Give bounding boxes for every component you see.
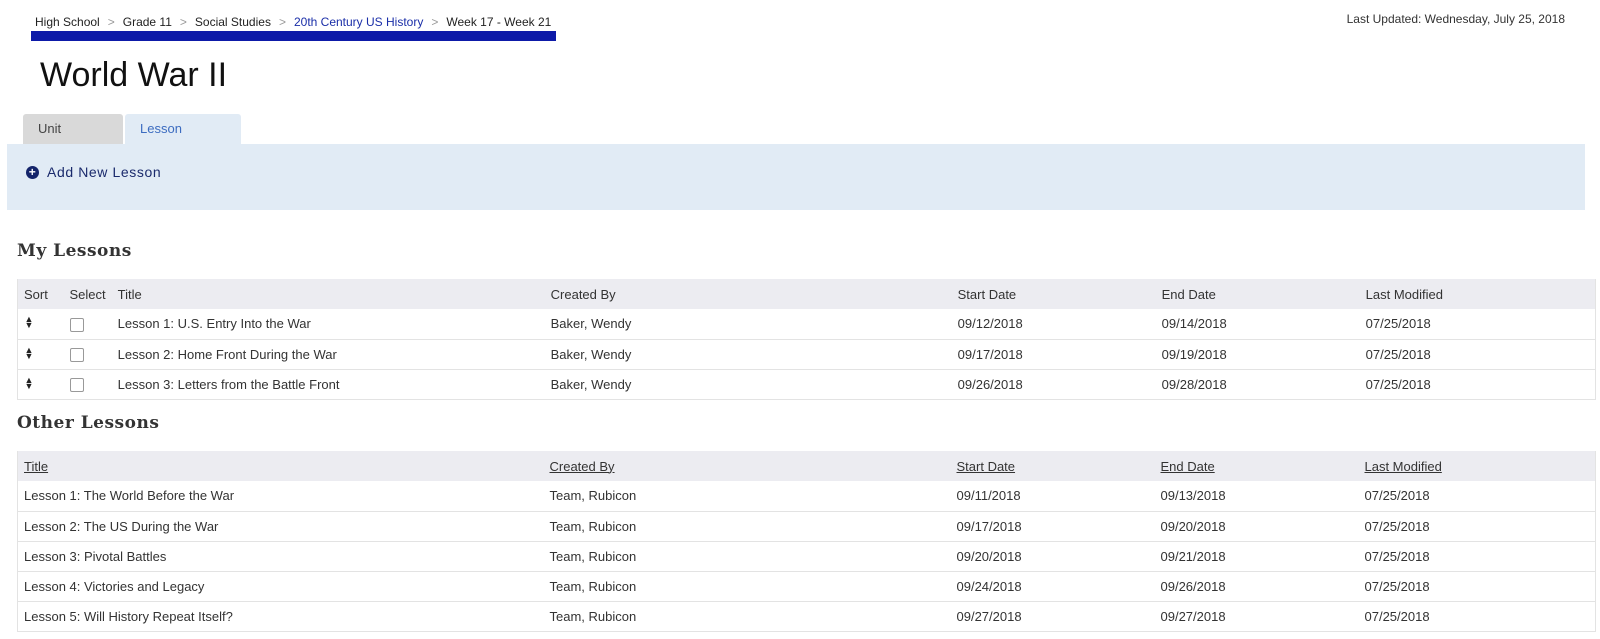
lesson-end-date: 09/13/2018 xyxy=(1154,481,1359,512)
tab-lesson-planner[interactable]: Lesson Planner xyxy=(125,114,241,166)
sort-icon[interactable]: ▲ ▼ xyxy=(24,345,34,360)
lesson-end-date: 09/21/2018 xyxy=(1154,541,1359,572)
lesson-title[interactable]: Lesson 2: The US During the War xyxy=(17,511,544,542)
my-lessons-table: Sort Select Title Created By Start Date … xyxy=(17,279,1596,400)
table-header-row: Title Created By Start Date End Date Las… xyxy=(17,451,1596,481)
col-select: Select xyxy=(63,279,112,309)
table-row: ▲ ▼ Lesson 1: U.S. Entry Into the War Bak… xyxy=(17,309,1596,340)
sort-by-title-link[interactable]: Title xyxy=(24,459,48,474)
add-new-lesson-label: Add New Lesson xyxy=(47,164,162,180)
col-last-modified: Last Modified xyxy=(1359,279,1596,309)
lesson-last-modified: 07/25/2018 xyxy=(1358,481,1596,512)
lesson-created-by: Team, Rubicon xyxy=(543,601,951,632)
table-row: ▲ ▼ Lesson 2: Home Front During the War B… xyxy=(17,339,1596,370)
breadcrumb-separator: > xyxy=(278,15,286,29)
table-row: Lesson 3: Pivotal Battles Team, Rubicon … xyxy=(17,541,1596,572)
lesson-last-modified: 07/25/2018 xyxy=(1359,309,1596,340)
select-checkbox[interactable] xyxy=(69,347,84,362)
breadcrumb-accent-bar xyxy=(31,31,556,41)
lesson-end-date: 09/19/2018 xyxy=(1155,339,1360,370)
breadcrumb-separator: > xyxy=(107,15,115,29)
lesson-start-date: 09/20/2018 xyxy=(950,541,1155,572)
table-header-row: Sort Select Title Created By Start Date … xyxy=(17,279,1596,309)
breadcrumb-subject[interactable]: Social Studies xyxy=(195,15,271,29)
lesson-title[interactable]: Lesson 2: Home Front During the War xyxy=(111,339,545,370)
my-lessons-heading: My Lessons xyxy=(17,241,132,261)
lesson-start-date: 09/17/2018 xyxy=(951,339,1156,370)
col-created-by: Created By xyxy=(544,279,952,309)
last-updated: Last Updated: Wednesday, July 25, 2018 xyxy=(1346,12,1565,26)
lesson-last-modified: 07/25/2018 xyxy=(1359,339,1596,370)
other-lessons-table: Title Created By Start Date End Date Las… xyxy=(17,451,1596,632)
lesson-end-date: 09/14/2018 xyxy=(1155,309,1360,340)
other-lessons-heading: Other Lessons xyxy=(17,413,160,433)
lesson-title[interactable]: Lesson 1: The World Before the War xyxy=(17,481,544,512)
lesson-start-date: 09/27/2018 xyxy=(950,601,1155,632)
planner-tabs: Unit Planner Lesson Planner xyxy=(23,114,241,166)
sort-by-end-date-link[interactable]: End Date xyxy=(1161,459,1215,474)
lesson-last-modified: 07/25/2018 xyxy=(1359,369,1596,400)
lesson-created-by: Baker, Wendy xyxy=(544,369,952,400)
lesson-last-modified: 07/25/2018 xyxy=(1358,511,1596,542)
col-start-date: Start Date xyxy=(951,279,1156,309)
lesson-start-date: 09/12/2018 xyxy=(951,309,1156,340)
lesson-start-date: 09/11/2018 xyxy=(950,481,1155,512)
lesson-title[interactable]: Lesson 3: Letters from the Battle Front xyxy=(111,369,545,400)
lesson-start-date: 09/24/2018 xyxy=(950,571,1155,602)
breadcrumb-grade[interactable]: Grade 11 xyxy=(123,15,172,29)
sort-by-last-modified-link[interactable]: Last Modified xyxy=(1365,459,1442,474)
sort-icon[interactable]: ▲ ▼ xyxy=(24,315,34,330)
lesson-created-by: Team, Rubicon xyxy=(543,571,951,602)
lesson-last-modified: 07/25/2018 xyxy=(1358,541,1596,572)
lesson-created-by: Team, Rubicon xyxy=(543,511,951,542)
lesson-last-modified: 07/25/2018 xyxy=(1358,571,1596,602)
lesson-created-by: Team, Rubicon xyxy=(543,481,951,512)
table-row: Lesson 2: The US During the War Team, Ru… xyxy=(17,511,1596,542)
plus-circle-icon: + xyxy=(26,165,39,179)
breadcrumb-separator: > xyxy=(431,15,439,29)
lesson-end-date: 09/28/2018 xyxy=(1155,369,1360,400)
breadcrumb-separator: > xyxy=(179,15,187,29)
lesson-title[interactable]: Lesson 1: U.S. Entry Into the War xyxy=(111,309,545,340)
col-sort: Sort xyxy=(17,279,64,309)
col-end-date: End Date xyxy=(1155,279,1360,309)
select-checkbox[interactable] xyxy=(69,377,84,392)
table-row: ▲ ▼ Lesson 3: Letters from the Battle Fro… xyxy=(17,369,1596,400)
breadcrumb-weeks: Week 17 - Week 21 xyxy=(446,15,552,29)
breadcrumb-course[interactable]: 20th Century US History xyxy=(294,15,423,29)
page-title: World War II xyxy=(40,56,228,94)
sort-by-created-by-link[interactable]: Created By xyxy=(550,459,615,474)
sort-icon[interactable]: ▲ ▼ xyxy=(24,375,34,390)
lesson-start-date: 09/26/2018 xyxy=(951,369,1156,400)
lesson-created-by: Baker, Wendy xyxy=(544,339,952,370)
lesson-end-date: 09/20/2018 xyxy=(1154,511,1359,542)
lesson-end-date: 09/27/2018 xyxy=(1154,601,1359,632)
lesson-created-by: Team, Rubicon xyxy=(543,541,951,572)
lesson-start-date: 09/17/2018 xyxy=(950,511,1155,542)
table-row: Lesson 1: The World Before the War Team,… xyxy=(17,481,1596,512)
lesson-title[interactable]: Lesson 4: Victories and Legacy xyxy=(17,571,544,602)
breadcrumb: High School > Grade 11 > Social Studies >20th… xyxy=(35,15,551,29)
breadcrumb-high-school[interactable]: High School xyxy=(35,15,100,29)
lesson-last-modified: 07/25/2018 xyxy=(1358,601,1596,632)
table-row: Lesson 5: Will History Repeat Itself? Te… xyxy=(17,601,1596,632)
lesson-end-date: 09/26/2018 xyxy=(1154,571,1359,602)
col-title: Title xyxy=(111,279,545,309)
tab-unit-planner[interactable]: Unit Planner xyxy=(23,114,123,166)
lesson-title[interactable]: Lesson 5: Will History Repeat Itself? xyxy=(17,601,544,632)
table-row: Lesson 4: Victories and Legacy Team, Rub… xyxy=(17,571,1596,602)
lesson-planner-panel: + Add New Lesson xyxy=(7,144,1585,210)
select-checkbox[interactable] xyxy=(69,317,84,332)
add-new-lesson-button[interactable]: + Add New Lesson xyxy=(26,164,161,180)
lesson-title[interactable]: Lesson 3: Pivotal Battles xyxy=(17,541,544,572)
sort-by-start-date-link[interactable]: Start Date xyxy=(957,459,1016,474)
lesson-created-by: Baker, Wendy xyxy=(544,309,952,340)
